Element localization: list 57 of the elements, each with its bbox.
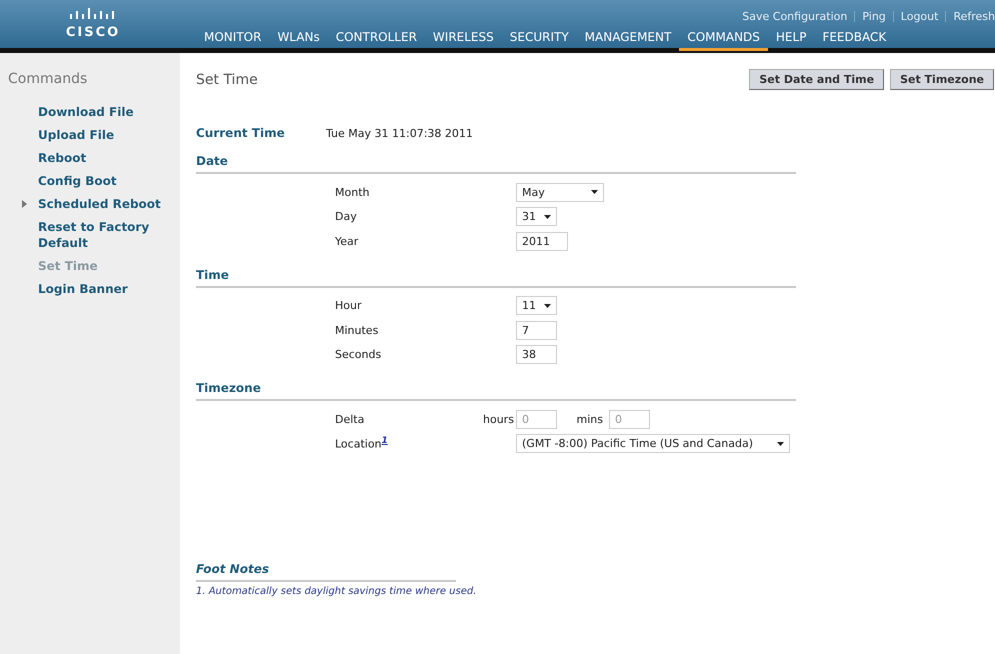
footnote-text: 1. Automatically sets daylight savings time where used. xyxy=(196,586,478,597)
field-label: Hour xyxy=(335,299,362,312)
sidebar-title: Commands xyxy=(8,71,88,87)
header-link[interactable]: Logout xyxy=(900,10,938,23)
caret-icon xyxy=(544,304,551,308)
nav-tab[interactable]: WIRELESS xyxy=(424,30,502,51)
section-heading: Time xyxy=(196,268,230,282)
sidebar-item[interactable]: Reset to Factory Default xyxy=(38,219,173,251)
action-button[interactable]: Set Date and Time xyxy=(749,69,884,90)
dropdown[interactable]: 31 xyxy=(516,207,557,226)
dropdown[interactable]: 11 xyxy=(516,296,557,316)
header-link[interactable]: Ping xyxy=(862,10,886,23)
field-label: Day xyxy=(335,210,358,224)
expand-arrow-icon[interactable] xyxy=(20,200,28,208)
field-label: Location$^{1}$ xyxy=(335,436,389,452)
input-field[interactable]: 0 xyxy=(609,410,650,429)
nav-tab[interactable]: CONTROLLER xyxy=(328,30,425,51)
sidebar-item[interactable]: Scheduled Reboot xyxy=(38,196,173,212)
field-label: Seconds xyxy=(335,348,382,362)
nav-tab[interactable]: SECURITY xyxy=(502,30,577,51)
sidebar-item[interactable]: Reboot xyxy=(38,150,173,166)
field-label: Current Time xyxy=(196,126,286,140)
page-title: Set Time xyxy=(196,72,258,88)
current-time-value: Tue May 31 11:07:38 2011 xyxy=(326,126,473,140)
section-heading: Timezone xyxy=(196,381,262,395)
sidebar-item[interactable]: Config Boot xyxy=(38,173,173,189)
nav-tab[interactable]: MONITOR xyxy=(196,30,270,51)
header-link[interactable]: Refresh xyxy=(953,10,995,23)
logo-text: CISCO xyxy=(66,25,120,40)
input-field[interactable]: 38 xyxy=(516,345,557,364)
section-heading: Date xyxy=(196,154,229,168)
field-label: hours xyxy=(483,412,515,426)
header-link[interactable]: Save Configuration xyxy=(742,10,848,23)
field-label: Delta xyxy=(335,412,366,426)
section-heading: Foot Notes xyxy=(196,562,270,576)
caret-icon xyxy=(777,442,784,446)
caret-icon xyxy=(544,214,551,219)
sidebar-item[interactable]: Login Banner xyxy=(38,281,173,297)
nav-tab[interactable]: WLANs xyxy=(269,30,328,51)
sidebar-item[interactable]: Upload File xyxy=(38,127,173,143)
sidebar-item[interactable]: Download File xyxy=(38,104,173,120)
nav-tab[interactable]: MANAGEMENT xyxy=(576,30,680,51)
input-field[interactable]: 0 xyxy=(516,410,557,429)
dropdown[interactable]: May xyxy=(516,182,604,202)
logo-bars-icon xyxy=(69,8,117,22)
field-label: Month xyxy=(335,186,370,199)
field-label: mins xyxy=(576,412,604,426)
field-label: Year xyxy=(335,234,360,248)
action-button[interactable]: Set Timezone xyxy=(890,69,994,90)
caret-icon xyxy=(591,190,598,194)
dropdown[interactable]: (GMT -8:00) Pacific Time (US and Canada) xyxy=(516,434,790,454)
nav-tab[interactable]: FEEDBACK xyxy=(814,30,894,51)
nav-tab[interactable]: COMMANDS xyxy=(679,30,768,51)
input-field[interactable]: 7 xyxy=(516,320,557,340)
field-label: Minutes xyxy=(335,324,380,337)
input-field[interactable]: 2011 xyxy=(516,232,568,251)
nav-tab[interactable]: HELP xyxy=(768,30,814,51)
